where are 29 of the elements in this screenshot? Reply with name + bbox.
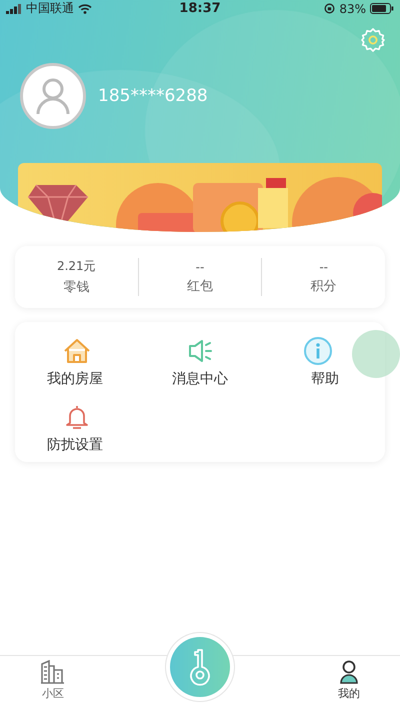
phone-number: 185****6288 <box>98 86 208 106</box>
carrier-name: 中国联通 <box>26 0 74 17</box>
wifi-icon <box>78 4 92 14</box>
menu-item[interactable]: 防扰设置 <box>15 402 138 454</box>
tab-item[interactable]: 小区 <box>40 656 66 710</box>
clock-time: 18:37 <box>179 1 221 16</box>
building-icon <box>40 660 66 684</box>
tab-item[interactable]: 我的 <box>338 656 360 710</box>
stat-label: 积分 <box>310 278 337 294</box>
battery-percent: 83% <box>339 2 366 16</box>
stat-value: 2.21元 <box>56 258 96 275</box>
promo-banner[interactable] <box>18 163 382 232</box>
menu-item[interactable]: 帮助 <box>262 336 385 388</box>
signal-icon <box>6 4 22 14</box>
battery-icon <box>370 3 394 14</box>
rotation-lock-icon <box>324 3 336 14</box>
person-icon <box>35 76 71 116</box>
house-icon <box>62 336 92 366</box>
info-icon <box>303 336 333 366</box>
stat-value: -- <box>319 260 328 274</box>
person-icon <box>338 660 360 684</box>
settings-icon[interactable] <box>360 27 386 53</box>
stat-label: 零钱 <box>63 279 90 296</box>
stat-value: -- <box>196 260 204 274</box>
menu-item[interactable]: 我的房屋 <box>15 336 138 388</box>
key-button[interactable] <box>170 637 230 697</box>
floating-touch-button[interactable] <box>352 330 400 378</box>
stat-label: 红包 <box>187 278 213 294</box>
menu-item[interactable]: 消息中心 <box>138 336 262 388</box>
